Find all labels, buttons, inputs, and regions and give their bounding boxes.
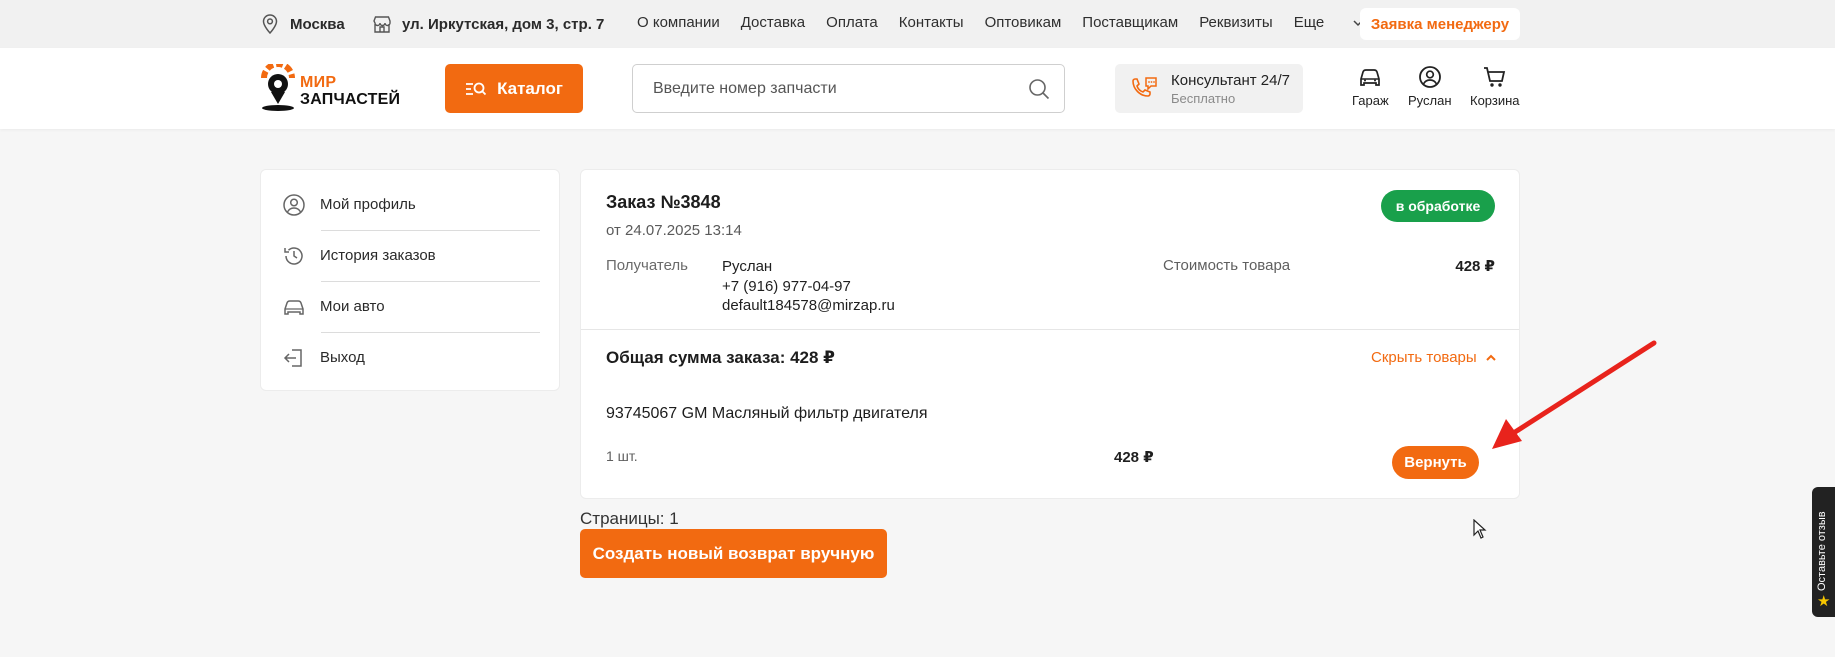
- feedback-label: Оставьте отзыв: [1816, 511, 1828, 591]
- profile-button[interactable]: Руслан: [1408, 65, 1452, 108]
- history-icon: [282, 244, 306, 268]
- cart-button[interactable]: Корзина: [1470, 65, 1520, 108]
- address-label: ул. Иркутская, дом 3, стр. 7: [402, 15, 605, 33]
- logo-text-line1: МИР: [300, 74, 337, 91]
- logo-text-line2: ЗАПЧАСТЕЙ: [300, 91, 401, 108]
- sidebar-item-label: Выход: [320, 349, 365, 366]
- order-divider: [581, 329, 1519, 330]
- user-icon: [1418, 66, 1441, 88]
- nav-delivery[interactable]: Доставка: [741, 14, 805, 31]
- search-input[interactable]: [653, 65, 1013, 112]
- manager-request-button[interactable]: Заявка менеджеру: [1360, 8, 1520, 40]
- status-badge: в обработке: [1381, 190, 1495, 222]
- city-label: Москва: [290, 15, 345, 33]
- sidebar-item-label: Мой профиль: [320, 196, 416, 213]
- sidebar-item-logout[interactable]: Выход: [282, 332, 540, 383]
- hide-items-toggle[interactable]: Скрыть товары: [1371, 349, 1497, 366]
- nav-payment[interactable]: Оплата: [826, 14, 878, 31]
- order-total: Общая сумма заказа: 428 ₽: [606, 348, 835, 367]
- car-icon: [282, 295, 306, 319]
- cost-label: Стоимость товара: [1163, 257, 1291, 274]
- order-item-name: 93745067 GM Масляный фильтр двигателя: [606, 405, 928, 422]
- nav-requisites[interactable]: Реквизиты: [1199, 14, 1273, 31]
- catalog-button[interactable]: Каталог: [445, 64, 583, 113]
- order-date: от 24.07.2025 13:14: [606, 222, 742, 239]
- sidebar-item-profile[interactable]: Мой профиль: [282, 179, 540, 230]
- cart-icon: [1483, 67, 1505, 87]
- order-item-qty: 1 шт.: [606, 448, 638, 464]
- sidebar-item-my-cars[interactable]: Мои авто: [282, 281, 540, 332]
- recipient-name: Руслан: [722, 258, 773, 275]
- recipient-email: default184578@mirzap.ru: [722, 297, 895, 314]
- search-box: [632, 64, 1065, 113]
- cost-value: 428 ₽: [1455, 258, 1495, 275]
- order-title: Заказ №3848: [606, 192, 721, 212]
- sidebar-item-order-history[interactable]: История заказов: [282, 230, 540, 281]
- account-sidebar: Мой профиль История заказов Мои авто Вых…: [260, 169, 560, 391]
- catalog-label: Каталог: [497, 78, 563, 98]
- create-return-button[interactable]: Создать новый возврат вручную: [580, 529, 887, 578]
- header: МИР ЗАПЧАСТЕЙ Каталог Консультант 24/7 Б…: [0, 48, 1835, 129]
- phone-chat-icon: [1129, 76, 1159, 107]
- car-icon: [1360, 69, 1381, 86]
- consultant-widget[interactable]: Консультант 24/7 Бесплатно: [1115, 64, 1303, 113]
- logo-mark-icon: [261, 64, 295, 111]
- recipient-details: Руслан +7 (916) 977-04-97 default184578@…: [722, 257, 895, 316]
- city-selector[interactable]: Москва: [260, 14, 345, 34]
- nav-contacts[interactable]: Контакты: [899, 14, 964, 31]
- recipient-label: Получатель: [606, 257, 688, 274]
- garage-label: Гараж: [1352, 93, 1389, 108]
- consultant-title: Консультант 24/7: [1171, 72, 1290, 89]
- sidebar-item-label: История заказов: [320, 247, 436, 264]
- consultant-subtitle: Бесплатно: [1171, 91, 1236, 106]
- nav-more-label: Еще: [1293, 14, 1325, 31]
- mouse-cursor-icon: [1473, 519, 1487, 539]
- user-label: Руслан: [1408, 93, 1452, 108]
- order-card: Заказ №3848 от 24.07.2025 13:14 в обрабо…: [580, 169, 1520, 499]
- garage-button[interactable]: Гараж: [1352, 65, 1389, 108]
- top-bar: Москва ул. Иркутская, дом 3, стр. 7 О ко…: [0, 0, 1835, 48]
- nav-suppliers[interactable]: Поставщикам: [1082, 14, 1178, 31]
- store-icon: [372, 14, 392, 34]
- search-icon[interactable]: [1028, 78, 1050, 105]
- sidebar-item-label: Мои авто: [320, 298, 385, 315]
- star-icon: ★: [1817, 593, 1831, 610]
- order-item-price: 428 ₽: [1114, 449, 1154, 466]
- cart-label: Корзина: [1470, 93, 1520, 108]
- store-address[interactable]: ул. Иркутская, дом 3, стр. 7: [372, 14, 604, 34]
- nav-wholesale[interactable]: Оптовикам: [985, 14, 1062, 31]
- logout-icon: [282, 346, 306, 370]
- nav-more[interactable]: Еще: [1294, 14, 1366, 31]
- catalog-icon: [465, 81, 487, 97]
- annotation-arrow-icon: [1492, 340, 1657, 449]
- pagination-info: Страницы: 1: [580, 509, 679, 528]
- feedback-tab[interactable]: Оставьте отзыв ★: [1812, 487, 1835, 617]
- hide-items-label: Скрыть товары: [1371, 349, 1477, 366]
- return-button[interactable]: Вернуть: [1392, 446, 1479, 479]
- user-circle-icon: [282, 193, 306, 217]
- page: Москва ул. Иркутская, дом 3, стр. 7 О ко…: [0, 0, 1835, 657]
- nav-about[interactable]: О компании: [637, 14, 720, 31]
- top-nav: О компании Доставка Оплата Контакты Опто…: [637, 14, 1386, 31]
- recipient-phone: +7 (916) 977-04-97: [722, 277, 851, 295]
- location-pin-icon: [260, 14, 280, 34]
- logo[interactable]: МИР ЗАПЧАСТЕЙ: [258, 64, 408, 114]
